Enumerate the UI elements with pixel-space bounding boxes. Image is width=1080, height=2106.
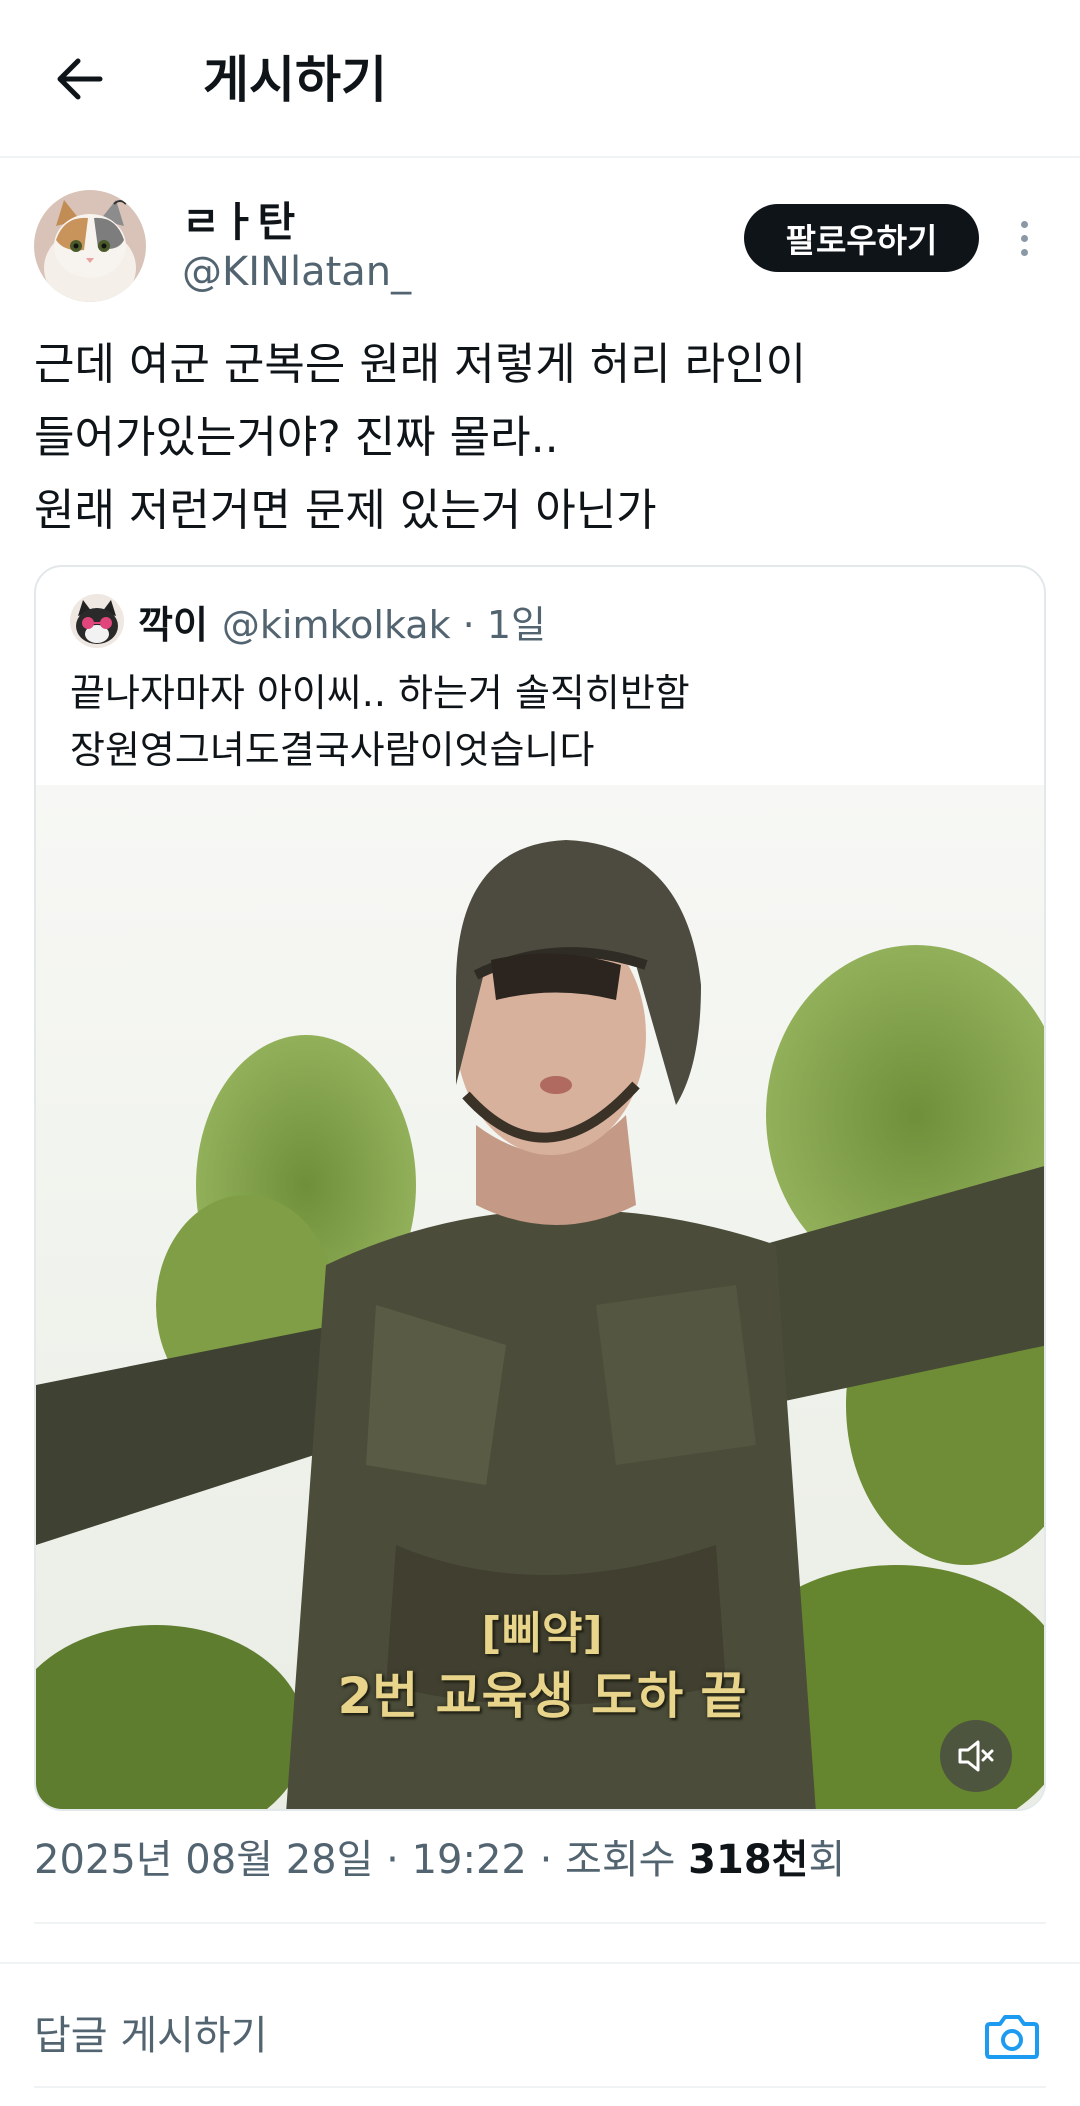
post-time: 19:22	[411, 1837, 527, 1883]
page-title: 게시하기	[203, 51, 387, 109]
quoted-post-header: 깍이 @kimkolkak · 1일	[70, 594, 546, 648]
cat-avatar-image	[34, 190, 146, 302]
quoted-line: 끝나자마자 아이씨.. 하는거 솔직히반함	[70, 671, 690, 715]
post-line: 들어가있는거야? 진짜 몰라..	[34, 412, 559, 463]
quoted-post[interactable]: 깍이 @kimkolkak · 1일 끝나자마자 아이씨.. 하는거 솔직히반함…	[34, 565, 1046, 1811]
quoted-author-handle: @kimkolkak · 1일	[221, 602, 546, 647]
post-date: 2025년 08월 28일	[34, 1837, 374, 1883]
subtitle-line: [삐약]	[481, 1608, 603, 1659]
quoted-post-text: 끝나자마자 아이씨.. 하는거 솔직히반함 장원영그녀도결국사람이엇습니다	[70, 665, 1010, 779]
cat-sunglasses-avatar-image	[70, 594, 124, 648]
post-line: 원래 저런거면 문제 있는거 아닌가	[34, 485, 657, 536]
video-player[interactable]: [삐약] 2번 교육생 도하 끝	[36, 785, 1044, 1809]
subtitle-line: 2번 교육생 도하 끝	[337, 1667, 747, 1725]
quoted-line: 장원영그녀도결국사람이엇습니다	[70, 728, 595, 772]
more-dots-icon	[1020, 220, 1028, 228]
post-metadata: 2025년 08월 28일 · 19:22 · 조회수 318천회	[34, 1837, 846, 1883]
author-handle[interactable]: @KINlatan_	[182, 246, 411, 298]
follow-button[interactable]: 팔로우하기	[744, 204, 979, 272]
video-subtitle: [삐약] 2번 교육생 도하 끝	[36, 1605, 1044, 1729]
divider	[34, 2086, 1046, 2088]
quoted-avatar	[70, 594, 124, 648]
post-line: 근데 여군 군복은 원래 저렇게 허리 라인이	[34, 339, 807, 390]
views-suffix: 회	[808, 1837, 846, 1883]
author-name[interactable]: ㄹㅏ탄	[182, 196, 295, 248]
views-label: 조회수	[565, 1837, 676, 1883]
divider	[0, 1962, 1080, 1964]
quoted-author-name: 깍이	[138, 602, 208, 647]
camera-button[interactable]	[982, 2006, 1042, 2066]
author-row: ㄹㅏ탄 @KINlatan_ 팔로우하기	[0, 190, 1080, 310]
avatar[interactable]	[34, 190, 146, 302]
arrow-left-icon	[57, 58, 103, 100]
more-options-button[interactable]	[1004, 206, 1044, 270]
post-text: 근데 여군 군복은 원래 저렇게 허리 라인이 들어가있는거야? 진짜 몰라..…	[34, 328, 1044, 547]
reply-input[interactable]: 답글 게시하기	[34, 2008, 268, 2064]
camera-icon	[985, 2015, 1039, 2059]
mute-button[interactable]	[940, 1720, 1012, 1792]
top-bar: 게시하기	[0, 0, 1080, 158]
divider	[34, 1922, 1046, 1924]
views-count[interactable]: 318천	[688, 1837, 808, 1883]
back-button[interactable]	[44, 44, 114, 114]
speaker-muted-icon	[958, 1740, 994, 1772]
